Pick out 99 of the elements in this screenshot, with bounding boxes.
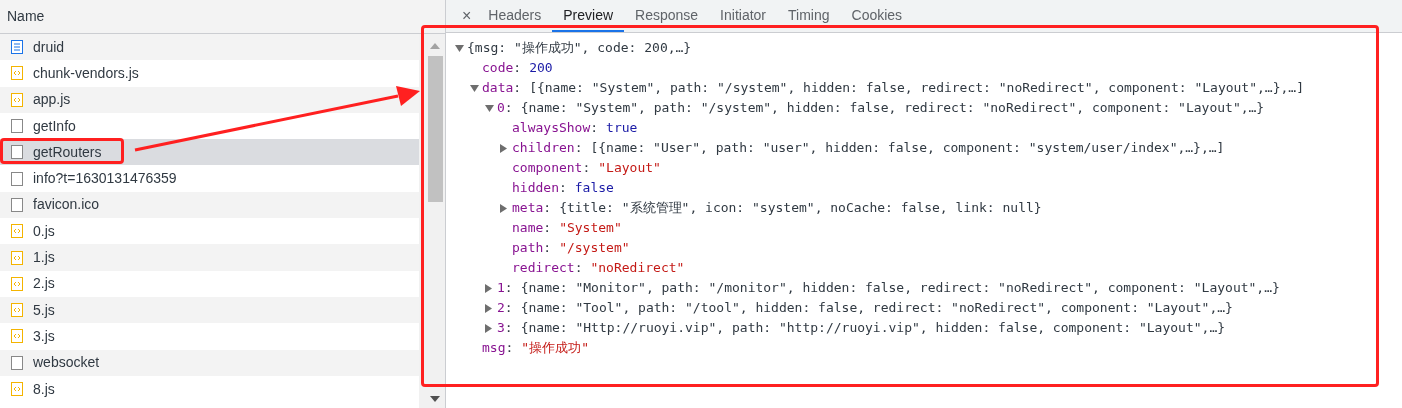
property-key: 2 bbox=[497, 298, 505, 318]
property-key: code bbox=[482, 58, 514, 78]
property-value: false bbox=[574, 179, 614, 197]
collapsed-triangle-icon[interactable] bbox=[485, 283, 492, 293]
property-value: 200 bbox=[529, 59, 553, 77]
close-button[interactable]: × bbox=[456, 0, 478, 32]
expanded-triangle-icon[interactable] bbox=[455, 44, 464, 52]
property-value: [{name: "System", path: "/system", hidden: false, redirect: "noRedirect", component: "Layout",…},…] bbox=[529, 79, 1304, 97]
collapsed-triangle-icon[interactable] bbox=[485, 323, 492, 333]
tab[interactable]: Response bbox=[624, 0, 710, 32]
request-name: getInfo bbox=[33, 116, 76, 136]
request-name: app.js bbox=[33, 90, 71, 110]
collapsed-triangle-icon[interactable] bbox=[500, 203, 507, 213]
expanded-triangle-icon[interactable] bbox=[470, 84, 479, 92]
colon: : bbox=[574, 139, 584, 157]
collapsed-triangle-icon[interactable] bbox=[485, 303, 492, 313]
scroll-up-icon bbox=[430, 43, 440, 49]
file-icon bbox=[11, 145, 23, 160]
request-row[interactable]: 5.js bbox=[0, 296, 419, 324]
tab[interactable]: Timing bbox=[777, 0, 841, 32]
request-name: 5.js bbox=[33, 300, 55, 320]
property-key: data bbox=[482, 78, 514, 98]
colon: : bbox=[558, 179, 568, 197]
file-icon bbox=[11, 119, 23, 134]
colon: : bbox=[504, 319, 514, 337]
tab[interactable]: Initiator bbox=[709, 0, 778, 32]
request-name: chunk-vendors.js bbox=[33, 63, 139, 83]
property-key: 3 bbox=[497, 318, 505, 338]
scroll-down-icon bbox=[430, 396, 440, 402]
expanded-triangle-icon[interactable] bbox=[485, 104, 494, 112]
colon: : bbox=[505, 339, 515, 357]
file-icon bbox=[11, 171, 23, 186]
file-icon bbox=[11, 197, 23, 212]
property-key: msg bbox=[482, 338, 506, 358]
colon: : bbox=[574, 259, 584, 277]
property-value: "操作成功" bbox=[521, 339, 589, 357]
collapsed-triangle-icon[interactable] bbox=[500, 143, 507, 153]
tab[interactable]: Headers bbox=[477, 0, 553, 32]
property-value: true bbox=[606, 119, 638, 137]
script-file-icon bbox=[11, 92, 23, 107]
request-name: 3.js bbox=[33, 326, 55, 346]
tab[interactable]: Cookies bbox=[840, 0, 914, 32]
request-name: info?t=1630131476359 bbox=[33, 169, 177, 189]
file-icon bbox=[11, 355, 23, 370]
script-file-icon bbox=[11, 382, 23, 396]
request-row[interactable]: favicon.ico bbox=[0, 191, 419, 219]
property-key: name bbox=[512, 218, 544, 238]
colon: : bbox=[582, 159, 592, 177]
tab[interactable]: Preview bbox=[552, 0, 625, 32]
property-value: {name: "Http://ruoyi.vip", path: "http://ruoyi.vip", hidden: false, component: "Layout",…} bbox=[520, 319, 1226, 337]
scrollbar-thumb[interactable] bbox=[428, 56, 443, 202]
request-row[interactable]: websocket bbox=[0, 349, 419, 376]
column-header[interactable]: Name bbox=[0, 0, 445, 34]
colon: : bbox=[513, 79, 523, 97]
colon: : bbox=[504, 279, 514, 297]
request-name: druid bbox=[33, 37, 65, 57]
property-value: {name: "System", path: "/system", hidden: false, redirect: "noRedirect", component: "Layout",…} bbox=[520, 99, 1265, 117]
colon: : bbox=[504, 99, 514, 117]
property-value: {name: "Monitor", path: "/monitor", hidden: false, redirect: "noRedirect", component: "Layout",…} bbox=[520, 279, 1280, 297]
document-icon bbox=[11, 40, 23, 55]
script-file-icon bbox=[11, 250, 23, 265]
property-key: alwaysShow bbox=[512, 118, 591, 138]
property-key: component bbox=[512, 158, 583, 178]
property-value: {msg: "操作成功", code: 200,…} bbox=[467, 39, 692, 57]
request-row[interactable]: druid bbox=[0, 34, 419, 61]
property-value: [{name: "User", path: "user", hidden: false, component: "system/user/index",…},…] bbox=[590, 139, 1225, 157]
script-file-icon bbox=[11, 224, 23, 239]
property-value: "noRedirect" bbox=[590, 259, 685, 277]
request-name: favicon.ico bbox=[33, 195, 100, 215]
request-name: 0.js bbox=[33, 221, 55, 241]
property-key: hidden bbox=[512, 178, 559, 198]
property-key: 1 bbox=[497, 278, 505, 298]
request-name: 8.js bbox=[33, 379, 55, 399]
script-file-icon bbox=[11, 66, 23, 81]
property-key: redirect bbox=[512, 258, 575, 278]
colon: : bbox=[543, 219, 553, 237]
property-value: "System" bbox=[559, 219, 622, 237]
request-row[interactable]: getRouters bbox=[0, 139, 419, 166]
request-row[interactable]: 1.js bbox=[0, 244, 419, 271]
property-value: {title: "系统管理", icon: "system", noCache: false, link: null} bbox=[559, 199, 1042, 217]
request-name: 2.js bbox=[33, 274, 55, 294]
colon: : bbox=[590, 119, 600, 137]
property-key: path bbox=[512, 238, 544, 258]
colon: : bbox=[513, 59, 523, 77]
request-name: getRouters bbox=[33, 142, 102, 162]
property-value: {name: "Tool", path: "/tool", hidden: false, redirect: "noRedirect", component: "Layout",…} bbox=[520, 299, 1233, 317]
property-key: children bbox=[512, 138, 575, 158]
colon: : bbox=[504, 299, 514, 317]
property-value: "/system" bbox=[559, 239, 630, 257]
script-file-icon bbox=[11, 329, 23, 344]
property-key: meta bbox=[512, 198, 544, 218]
colon: : bbox=[543, 199, 553, 217]
request-name: websocket bbox=[33, 353, 100, 373]
script-file-icon bbox=[11, 276, 23, 291]
property-key: 0 bbox=[497, 98, 505, 118]
script-file-icon bbox=[11, 303, 23, 318]
colon: : bbox=[543, 239, 553, 257]
property-value: "Layout" bbox=[598, 159, 661, 177]
request-name: 1.js bbox=[33, 248, 55, 267]
